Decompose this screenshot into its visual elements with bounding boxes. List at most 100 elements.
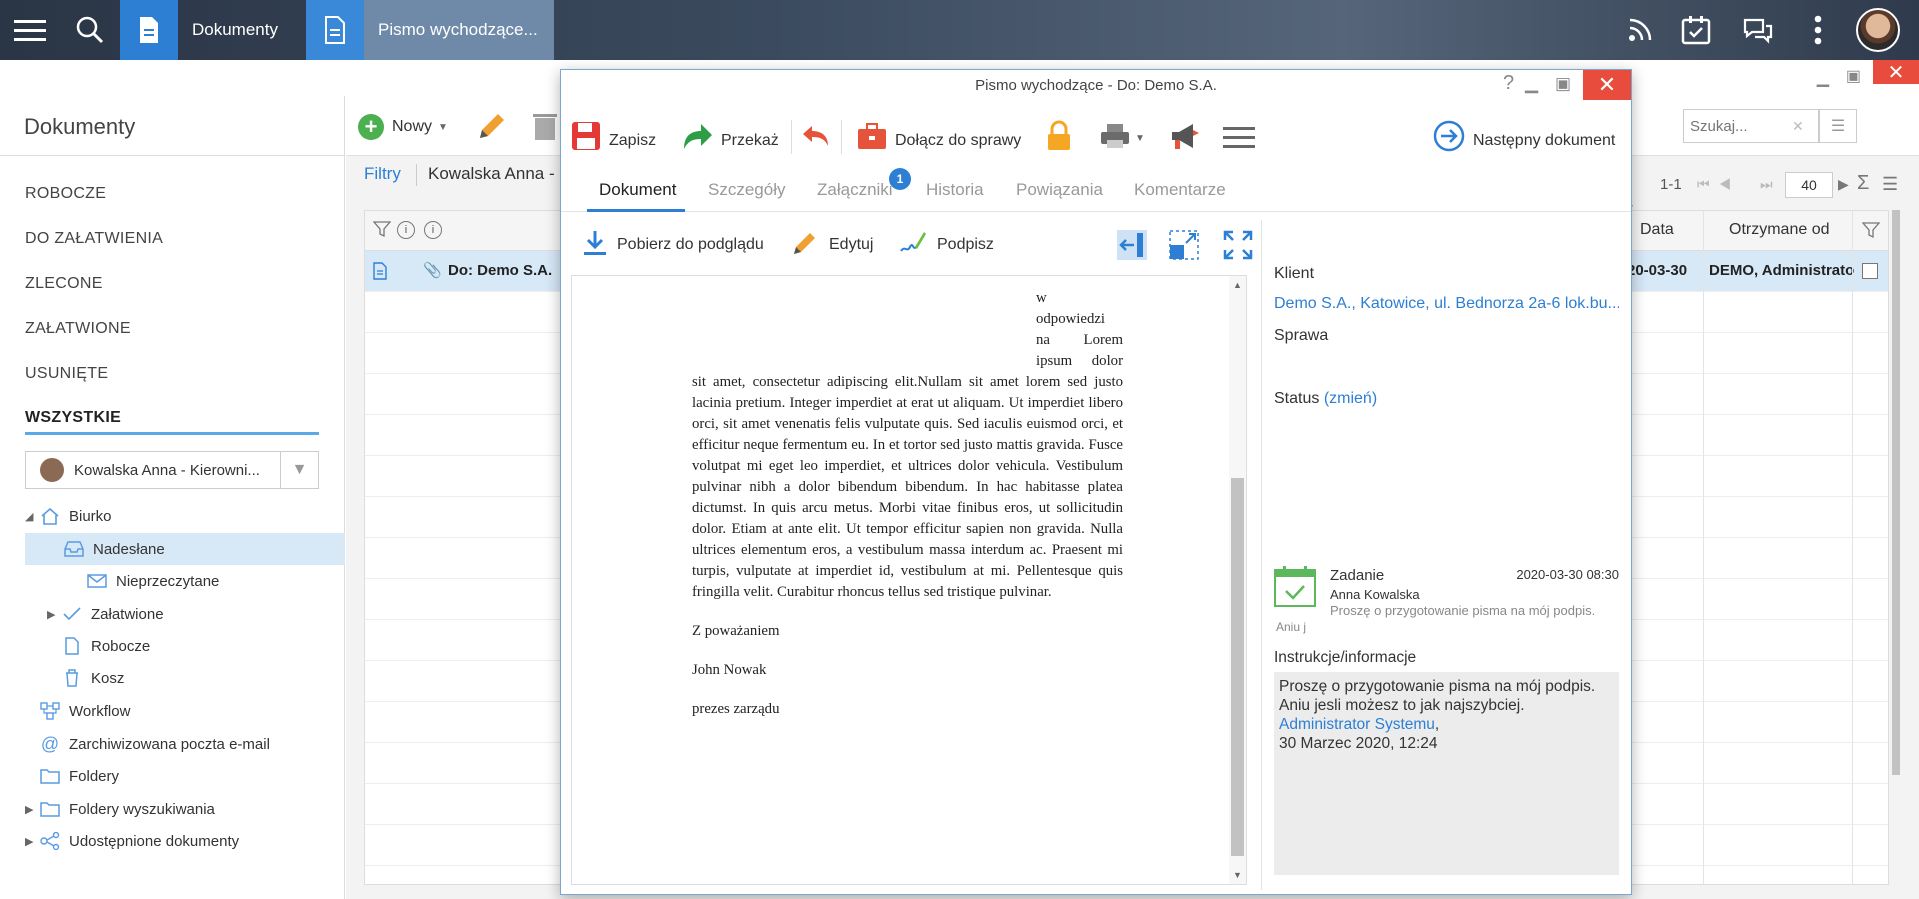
nav-wszystkie[interactable]: WSZYSTKIE (25, 409, 121, 427)
calendar-icon[interactable] (1676, 0, 1716, 60)
info-icon[interactable]: i (397, 221, 415, 239)
tree-item-zalatwione[interactable]: ▶ Załatwione (47, 598, 164, 630)
expand-arrow-icon[interactable]: ▶ (25, 803, 39, 816)
instructions-author[interactable]: Administrator Systemu (1279, 716, 1435, 733)
tree-item-workflow[interactable]: Workflow (39, 695, 130, 727)
download-preview-button[interactable]: Pobierz do podglądu (583, 228, 764, 262)
client-link[interactable]: Demo S.A., Katowice, ul. Bednorza 2a-6 l… (1274, 295, 1619, 313)
nav-zlecone[interactable]: ZLECONE (25, 275, 103, 293)
print-button[interactable]: ▼ (1099, 118, 1145, 158)
trash-icon[interactable] (532, 110, 558, 147)
sign-button[interactable]: Podpisz (899, 228, 994, 262)
tab-historia[interactable]: Historia (926, 180, 984, 200)
nav-do-zalatwienia[interactable]: DO ZAŁATWIENIA (25, 230, 163, 248)
tab-zalaczniki[interactable]: Załączniki (817, 180, 893, 200)
nav-usuniete[interactable]: USUNIĘTE (25, 365, 108, 383)
undo-button[interactable] (801, 118, 831, 158)
expand-arrow-icon[interactable]: ▶ (25, 835, 39, 848)
sum-icon[interactable]: Σ (1857, 172, 1869, 195)
document-preview[interactable]: w odpowiedzi na Lorem ipsum dolor sit am… (571, 275, 1247, 885)
search-input[interactable] (1690, 117, 1782, 135)
expand-arrow-icon[interactable]: ▶ (47, 608, 61, 621)
tree-item-foldery[interactable]: Foldery (39, 760, 119, 792)
tab-dokumenty[interactable]: Dokumenty (120, 0, 300, 60)
filters-link[interactable]: Filtry (364, 164, 401, 184)
status-label: Status (1274, 390, 1320, 407)
rss-icon[interactable] (1620, 0, 1660, 60)
chat-icon[interactable] (1736, 0, 1780, 60)
task-card[interactable]: Zadanie 2020-03-30 08:30 Anna Kowalska P… (1274, 565, 1619, 645)
next-document-button[interactable]: Następny dokument (1433, 118, 1615, 158)
paging-first-icon[interactable]: ⏭ (1760, 176, 1773, 193)
filter-user[interactable]: Kowalska Anna - (428, 164, 555, 184)
page-size-input[interactable]: 40 (1785, 172, 1833, 198)
main-scrollbar[interactable] (1892, 210, 1900, 775)
forward-arrow-icon (681, 121, 713, 156)
nav-robocze[interactable]: ROBOCZE (25, 185, 106, 203)
tab-dokument[interactable]: Dokument (599, 180, 676, 200)
more-vertical-icon[interactable] (1800, 0, 1836, 60)
nav-zalatwione[interactable]: ZAŁATWIONE (25, 320, 131, 338)
tree-item-nieprzeczytane[interactable]: Nieprzeczytane (86, 565, 219, 597)
pencil-icon[interactable] (476, 110, 508, 147)
scroll-up-icon[interactable]: ▲ (1233, 280, 1242, 290)
calendar-check-icon (1274, 565, 1316, 612)
close-icon[interactable]: ✕ (1583, 70, 1631, 100)
scroll-thumb[interactable] (1231, 478, 1244, 856)
filter-icon[interactable] (372, 220, 392, 243)
folder-icon (39, 800, 61, 818)
filter-icon[interactable] (1861, 221, 1881, 244)
minimize-icon[interactable]: ▁ (1817, 68, 1829, 88)
chevron-down-icon[interactable]: ▼ (280, 452, 318, 488)
help-icon[interactable]: ? (1503, 72, 1514, 95)
document-icon (306, 0, 364, 60)
minimize-icon[interactable]: ▁ (1525, 74, 1538, 94)
maximize-icon[interactable]: ▣ (1846, 66, 1861, 86)
tree-item-kosz[interactable]: Kosz (61, 662, 124, 694)
client-label: Klient (1274, 265, 1315, 282)
scroll-down-icon[interactable]: ▼ (1233, 870, 1242, 880)
tree-item-udostepnione[interactable]: ▶ Udostępnione dokumenty (25, 825, 239, 857)
column-date[interactable]: Data (1640, 221, 1674, 239)
next-page-icon[interactable]: ▶ (1838, 176, 1849, 193)
tree-item-archiwum-email[interactable]: @ Zarchiwizowana poczta e-mail (39, 728, 270, 760)
tab-komentarze[interactable]: Komentarze (1134, 180, 1226, 200)
list-menu-icon[interactable]: ☰ (1819, 109, 1857, 143)
preview-scrollbar[interactable]: ▲ ▼ (1229, 276, 1246, 884)
row-checkbox[interactable] (1862, 263, 1878, 279)
search-icon[interactable] (62, 0, 118, 60)
letter-role: prezes zarządu (692, 701, 780, 717)
avatar[interactable] (1853, 0, 1903, 60)
user-select[interactable]: Kowalska Anna - Kierowni... ▼ (25, 451, 319, 489)
attach-to-case-button[interactable]: Dołącz do sprawy (857, 118, 1021, 158)
tree-item-biurko[interactable]: ◢ Biurko (25, 500, 345, 532)
megaphone-button[interactable] (1169, 118, 1201, 158)
menu-icon[interactable] (0, 0, 60, 60)
edit-button[interactable]: Edytuj (791, 228, 873, 262)
lock-button[interactable] (1045, 118, 1073, 158)
forward-button[interactable]: Przekaż (681, 118, 779, 158)
paging-prev-icons[interactable]: ⏮◀ (1697, 176, 1740, 193)
tree-item-nadeslane[interactable]: Nadesłane (25, 533, 345, 565)
info-icon[interactable]: i (424, 221, 442, 239)
clear-icon[interactable]: ✕ (1792, 118, 1804, 135)
column-received-from[interactable]: Otrzymane od (1729, 221, 1829, 239)
menu-icon[interactable] (1223, 118, 1255, 158)
tree-item-foldery-wyszukiwania[interactable]: ▶ Foldery wyszukiwania (25, 793, 215, 825)
status-change-link[interactable]: (zmień) (1324, 390, 1377, 407)
close-icon[interactable]: ✕ (1873, 60, 1919, 84)
fullscreen-icon[interactable] (1223, 228, 1253, 262)
save-button[interactable]: Zapisz (571, 118, 656, 158)
new-button[interactable]: + Nowy ▼ (358, 114, 448, 140)
fit-page-icon[interactable] (1169, 228, 1199, 262)
list-menu-icon[interactable]: ☰ (1882, 174, 1898, 195)
collapse-panel-icon[interactable] (1117, 228, 1147, 262)
tab-szczegoly[interactable]: Szczegóły (708, 180, 785, 200)
tab-powiazania[interactable]: Powiązania (1016, 180, 1103, 200)
tab-pismo[interactable]: Pismo wychodzące... (306, 0, 554, 60)
maximize-icon[interactable]: ▣ (1555, 74, 1571, 94)
document-icon (120, 0, 178, 60)
tree-item-robocze[interactable]: Robocze (61, 630, 150, 662)
collapse-arrow-icon[interactable]: ◢ (25, 510, 39, 523)
tree-label: Workflow (69, 702, 131, 720)
